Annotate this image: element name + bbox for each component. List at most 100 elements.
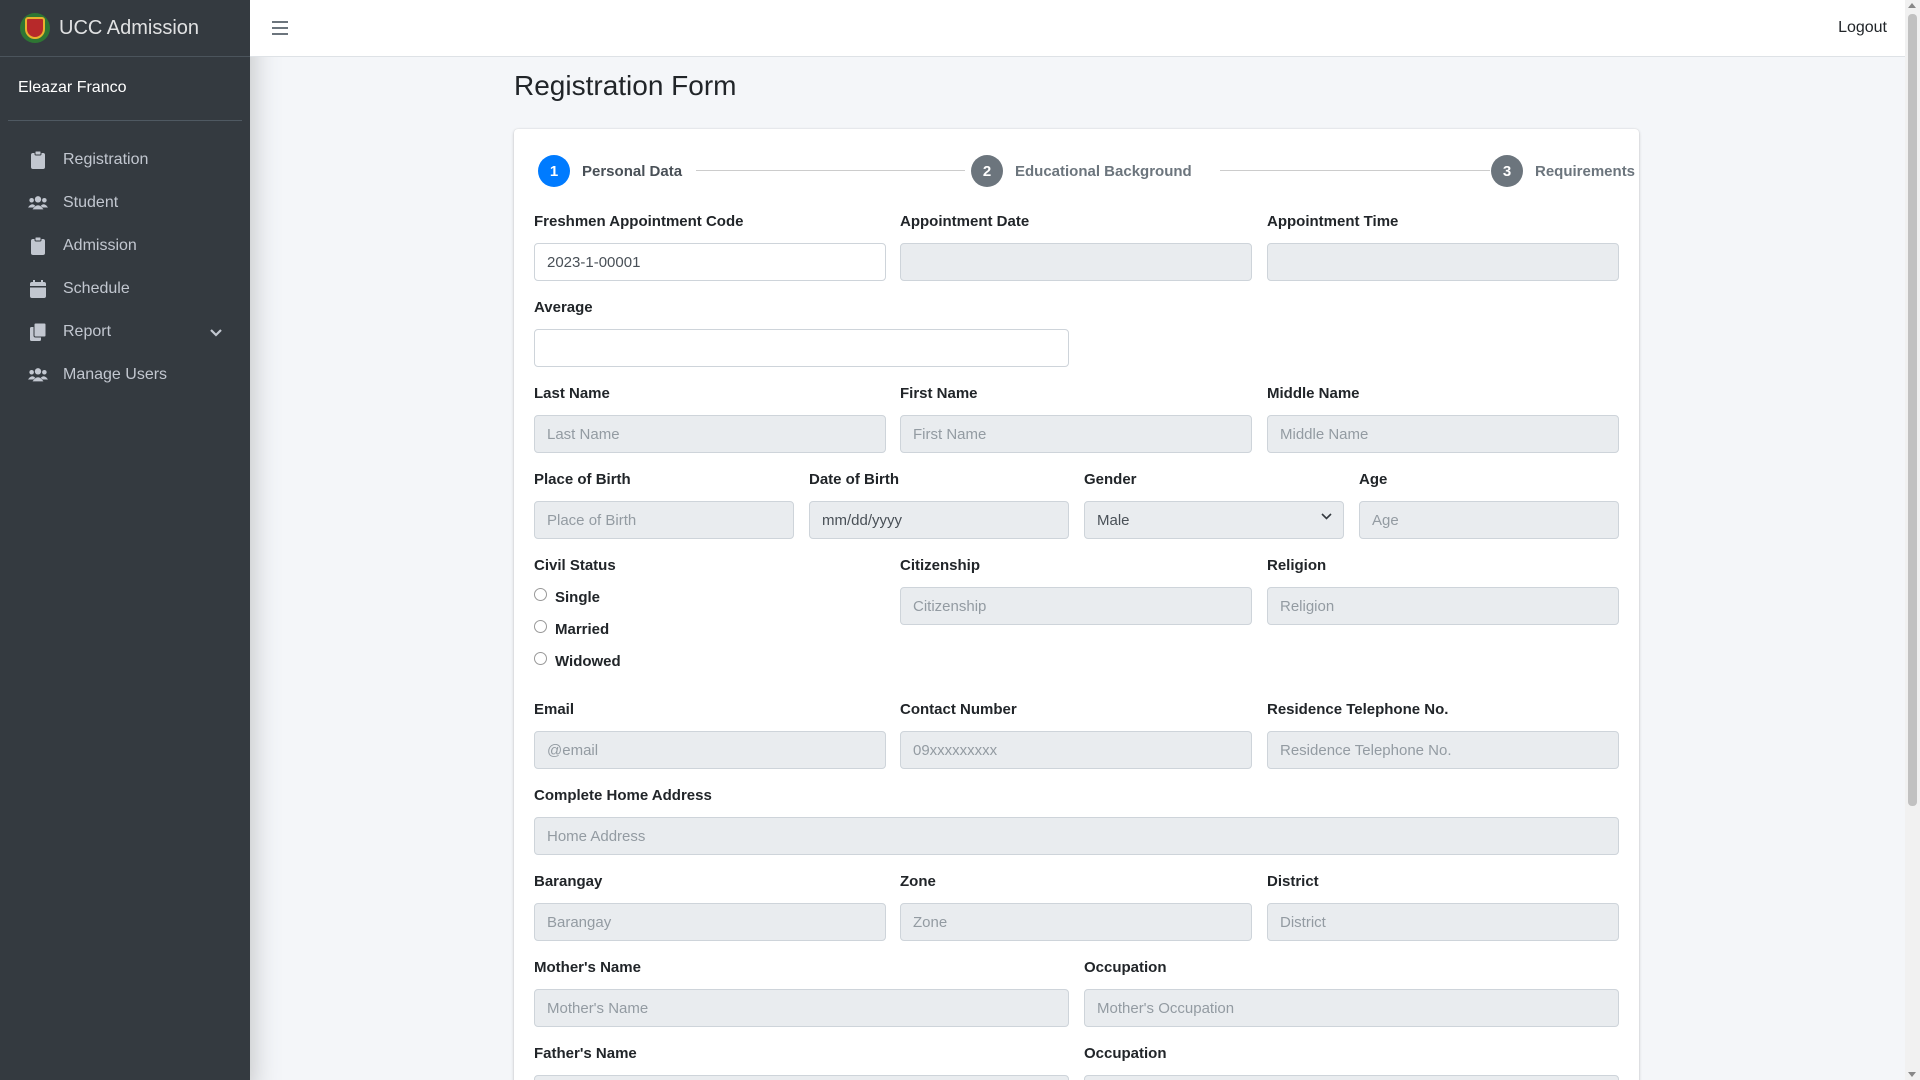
appointment-code-group: Freshmen Appointment Code <box>534 213 886 281</box>
step-requirements[interactable]: 3 Requirements <box>1491 154 1635 188</box>
mothers-name-input[interactable] <box>534 989 1069 1027</box>
calendar-icon <box>28 279 48 298</box>
step-label: Personal Data <box>582 162 683 180</box>
registration-form-card: 1 Personal Data 2 Educational Background… <box>514 129 1639 1080</box>
barangay-input[interactable] <box>534 903 886 941</box>
step-label: Requirements <box>1535 162 1636 180</box>
sidebar-item-label: Manage Users <box>63 365 168 383</box>
civil-status-married-radio[interactable]: Married <box>534 613 886 645</box>
middle-name-group: Middle Name <box>1267 385 1619 453</box>
page-scrollbar[interactable] <box>1905 0 1920 1080</box>
step-educational-background[interactable]: 2 Educational Background <box>971 154 1192 188</box>
civil-status-single-radio[interactable]: Single <box>534 581 886 613</box>
appointment-date-group: Appointment Date <box>900 213 1252 281</box>
step-personal-data[interactable]: 1 Personal Data <box>538 154 682 188</box>
clipboard-icon <box>28 150 48 169</box>
sidebar-item-registration[interactable]: Registration <box>0 138 242 181</box>
sidebar: UCC Admission Eleazar Franco Registratio… <box>0 0 250 1080</box>
clipboard-icon <box>28 236 48 255</box>
mothers-occupation-input[interactable] <box>1084 989 1619 1027</box>
user-name: Eleazar Franco <box>18 79 127 96</box>
appointment-time-input[interactable] <box>1267 243 1619 281</box>
contact-number-input[interactable] <box>900 731 1252 769</box>
fathers-occupation-group: Occupation <box>1084 1045 1619 1080</box>
users-icon <box>28 194 48 212</box>
religion-input[interactable] <box>1267 587 1619 625</box>
field-label: Father's Name <box>534 1045 637 1062</box>
citizenship-input[interactable] <box>900 587 1252 625</box>
field-label: Citizenship <box>900 557 981 574</box>
gender-select[interactable]: Male <box>1084 501 1344 539</box>
place-of-birth-input[interactable] <box>534 501 794 539</box>
civil-status-widowed-radio[interactable]: Widowed <box>534 645 886 677</box>
field-label: Zone <box>900 873 936 890</box>
field-label: Place of Birth <box>534 471 631 488</box>
date-of-birth-input[interactable]: mm/dd/yyyy <box>809 501 1069 539</box>
zone-input[interactable] <box>900 903 1252 941</box>
appointment-date-input[interactable] <box>900 243 1252 281</box>
chevron-down-icon <box>1321 511 1332 523</box>
field-label: Average <box>534 299 593 316</box>
step-connector <box>696 170 965 171</box>
last-name-input[interactable] <box>534 415 886 453</box>
field-label: Gender <box>1084 471 1137 488</box>
first-name-input[interactable] <box>900 415 1252 453</box>
radio-label: Widowed <box>555 652 621 670</box>
logout-link[interactable]: Logout <box>1838 19 1887 37</box>
scroll-down-arrow-icon[interactable] <box>1908 1072 1916 1077</box>
date-of-birth-group: Date of Birth mm/dd/yyyy <box>809 471 1069 539</box>
sidebar-item-label: Admission <box>63 236 137 254</box>
radio-button[interactable] <box>534 588 547 601</box>
citizenship-group: Citizenship <box>900 557 1252 625</box>
sidebar-item-label: Report <box>63 322 112 340</box>
step-connector <box>1220 170 1490 171</box>
user-panel[interactable]: Eleazar Franco <box>8 57 242 121</box>
fathers-name-input[interactable] <box>534 1075 1069 1080</box>
residence-telephone-input[interactable] <box>1267 731 1619 769</box>
top-navbar: Logout <box>250 0 1905 57</box>
step-number: 1 <box>538 155 570 187</box>
average-input[interactable] <box>534 329 1069 367</box>
appointment-code-input[interactable] <box>534 243 886 281</box>
sidebar-item-admission[interactable]: Admission <box>0 224 242 267</box>
sidebar-item-student[interactable]: Student <box>0 181 242 224</box>
residence-telephone-group: Residence Telephone No. <box>1267 701 1619 769</box>
chevron-down-icon[interactable] <box>210 324 222 342</box>
fathers-occupation-input[interactable] <box>1084 1075 1619 1080</box>
field-label: Appointment Date <box>900 213 1030 230</box>
brand-link[interactable]: UCC Admission <box>0 0 250 57</box>
step-number: 2 <box>971 155 1003 187</box>
fathers-name-group: Father's Name <box>534 1045 1069 1080</box>
radio-button[interactable] <box>534 620 547 633</box>
middle-name-input[interactable] <box>1267 415 1619 453</box>
sidebar-item-schedule[interactable]: Schedule <box>0 267 242 310</box>
barangay-group: Barangay <box>534 873 886 941</box>
sidebar-item-report[interactable]: Report <box>0 310 242 353</box>
radio-button[interactable] <box>534 652 547 665</box>
field-label: Date of Birth <box>809 471 899 488</box>
field-label: Contact Number <box>900 701 1017 718</box>
field-label: Middle Name <box>1267 385 1360 402</box>
field-label: Residence Telephone No. <box>1267 701 1449 718</box>
step-number: 3 <box>1491 155 1523 187</box>
field-label: Freshmen Appointment Code <box>534 213 744 230</box>
mothers-name-group: Mother's Name <box>534 959 1069 1027</box>
average-group: Average <box>534 299 1069 367</box>
email-field[interactable] <box>534 731 886 769</box>
field-label: Age <box>1359 471 1388 488</box>
home-address-input[interactable] <box>534 817 1619 855</box>
ucc-logo-icon <box>20 13 50 43</box>
field-label: Occupation <box>1084 959 1167 976</box>
scroll-up-arrow-icon[interactable] <box>1908 3 1916 8</box>
contact-number-group: Contact Number <box>900 701 1252 769</box>
age-input[interactable] <box>1359 501 1619 539</box>
menu-toggle-icon[interactable] <box>272 21 288 35</box>
form-stepper: 1 Personal Data 2 Educational Background… <box>538 154 1635 188</box>
sidebar-nav: Registration Student Admission Schedule … <box>0 121 250 396</box>
scrollbar-thumb[interactable] <box>1908 14 1917 806</box>
field-label: Mother's Name <box>534 959 641 976</box>
age-group: Age <box>1359 471 1619 539</box>
sidebar-item-manage-users[interactable]: Manage Users <box>0 353 242 396</box>
appointment-time-group: Appointment Time <box>1267 213 1619 281</box>
district-input[interactable] <box>1267 903 1619 941</box>
